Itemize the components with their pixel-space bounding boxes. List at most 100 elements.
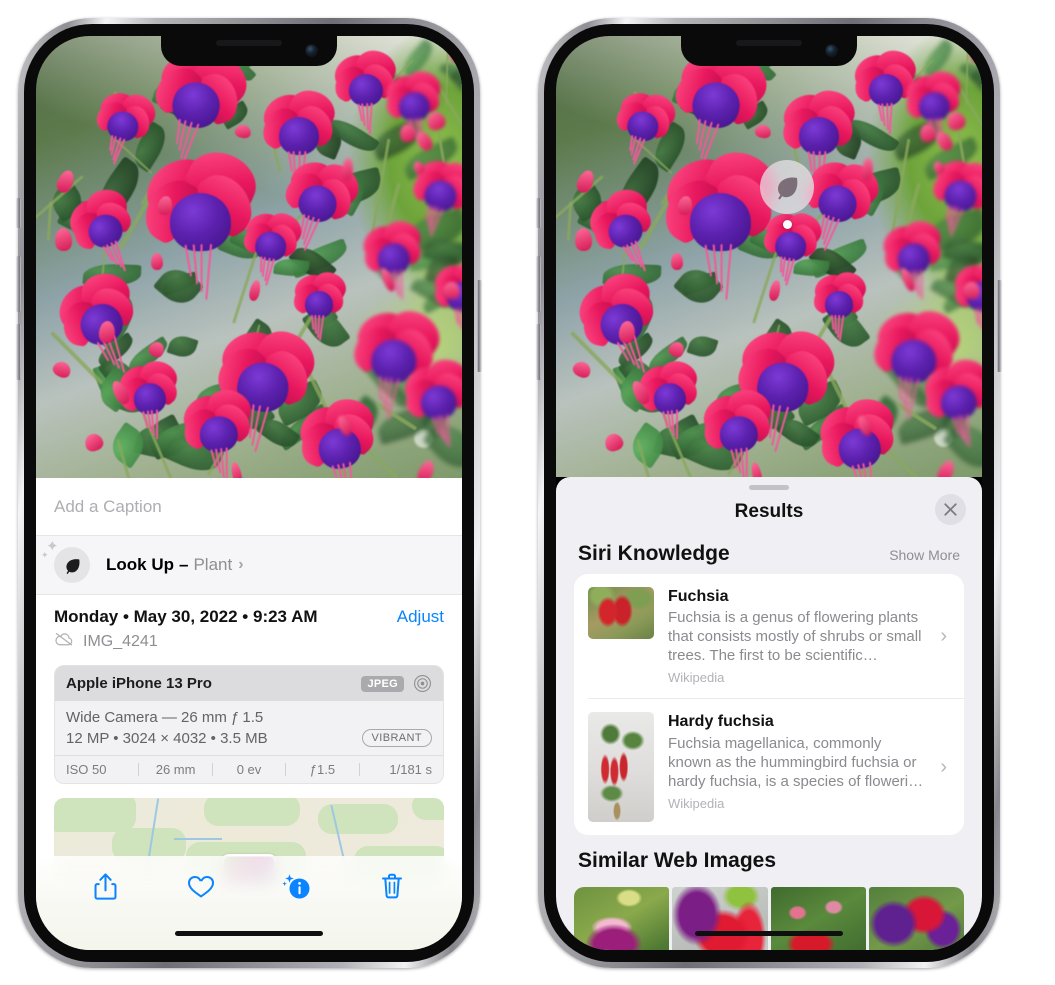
exif-header: Apple iPhone 13 Pro JPEG <box>55 666 443 701</box>
stamen <box>915 270 920 296</box>
iphone-left: Add a Caption ✦ ✦ Look Up – Plant › Mond… <box>16 18 482 968</box>
home-indicator[interactable] <box>695 931 843 936</box>
results-title: Results <box>734 501 804 522</box>
show-more-button[interactable]: Show More <box>889 547 960 563</box>
badge-anchor-dot <box>782 220 792 229</box>
front-camera-icon <box>826 45 837 56</box>
results-header: Results <box>556 490 982 534</box>
photo-viewer-left[interactable] <box>36 36 462 478</box>
flower-bud <box>570 358 594 381</box>
power-button-right[interactable] <box>997 280 1002 372</box>
stamen <box>399 269 403 300</box>
knowledge-title: Hardy fuchsia <box>668 713 774 731</box>
volume-down-button-right[interactable] <box>536 324 541 380</box>
lens-info: Wide Camera — 26 mm ƒ 1.5 <box>66 709 264 726</box>
screen-left: Add a Caption ✦ ✦ Look Up – Plant › Mond… <box>36 36 462 950</box>
web-image-3[interactable] <box>770 887 866 950</box>
knowledge-item-hardy-fuchsia[interactable]: Hardy fuchsia Fuchsia magellanica, commo… <box>588 698 964 835</box>
info-sparkle-icon[interactable] <box>282 870 312 902</box>
flower-bud <box>753 123 773 140</box>
knowledge-thumbnail <box>588 587 654 639</box>
chevron-right-icon: › <box>238 556 244 573</box>
look-up-row[interactable]: ✦ ✦ Look Up – Plant › <box>36 536 462 594</box>
notch-right <box>681 36 857 66</box>
trash-icon[interactable] <box>377 870 407 902</box>
notch-left <box>161 36 337 66</box>
front-camera-icon <box>306 45 317 56</box>
caption-field-row[interactable]: Add a Caption <box>36 478 462 536</box>
flower-bud <box>54 227 73 252</box>
flower-bud <box>574 227 593 252</box>
share-icon[interactable] <box>91 870 121 902</box>
similar-web-images-header: Similar Web Images <box>556 835 982 881</box>
siri-knowledge-header: Siri Knowledge Show More <box>556 534 982 574</box>
heart-icon[interactable] <box>186 870 216 902</box>
knowledge-title: Fuchsia <box>668 588 729 605</box>
fuchsia-blossom <box>808 266 871 342</box>
cloud-slash-icon <box>54 632 74 651</box>
stamen <box>150 410 156 436</box>
adjust-button[interactable]: Adjust <box>397 607 444 627</box>
stamen <box>379 376 382 401</box>
corolla <box>798 116 839 156</box>
photo-viewer-right[interactable] <box>556 36 982 477</box>
visual-lookup-badge[interactable] <box>760 160 814 229</box>
volume-up-button-left[interactable] <box>16 256 21 312</box>
photo-toolbar <box>36 856 462 950</box>
flower-bud <box>50 358 74 381</box>
image-dimensions: 12 MP • 3024 × 4032 • 3.5 MB <box>66 729 268 747</box>
leaf-shape <box>686 331 720 361</box>
stamen <box>361 103 366 126</box>
stamen <box>155 409 158 440</box>
filename-row: IMG_4241 <box>54 632 444 651</box>
format-badge: JPEG <box>361 675 404 692</box>
similar-web-images-strip[interactable] <box>556 887 982 950</box>
exif-card[interactable]: Apple iPhone 13 Pro JPEG Wide Camera — 2… <box>54 665 444 784</box>
photographic-style-badge: VIBRANT <box>361 729 432 747</box>
siri-knowledge-card: Fuchsia Fuchsia is a genus of flowering … <box>574 574 964 836</box>
fuchsia-blossom <box>663 44 776 167</box>
screenshot-stage: Add a Caption ✦ ✦ Look Up – Plant › Mond… <box>0 0 1055 985</box>
knowledge-description: Fuchsia magellanica, commonly known as t… <box>668 734 924 790</box>
look-up-subject: Plant <box>193 555 233 574</box>
filename-text: IMG_4241 <box>83 632 158 650</box>
web-image-2[interactable] <box>672 887 768 950</box>
fuchsia-photo <box>556 36 982 477</box>
flower-bud <box>602 431 626 454</box>
photo-info-sheet: Add a Caption ✦ ✦ Look Up – Plant › Mond… <box>36 478 462 950</box>
corolla <box>278 116 319 156</box>
power-button-left[interactable] <box>477 280 482 372</box>
close-icon[interactable] <box>935 494 966 525</box>
iphone-right: Results Siri Knowledge Show More Fuchsia… <box>536 18 1002 968</box>
leaf-icon <box>760 160 814 214</box>
fuchsia-blossom <box>176 384 261 478</box>
fuchsia-blossom <box>900 66 967 146</box>
web-image-4[interactable] <box>868 887 964 950</box>
knowledge-thumbnail <box>588 712 654 823</box>
home-indicator[interactable] <box>175 931 323 936</box>
flower-bud <box>82 431 106 454</box>
aperture-icon <box>413 674 432 693</box>
knowledge-text: Hardy fuchsia Fuchsia magellanica, commo… <box>668 712 926 810</box>
stamen <box>919 269 923 300</box>
volume-up-button-right[interactable] <box>536 256 541 312</box>
stamen <box>200 244 203 293</box>
web-image-1[interactable] <box>574 887 670 950</box>
flower-bud <box>151 253 164 271</box>
stamen <box>369 102 373 135</box>
knowledge-text: Fuchsia Fuchsia is a genus of flowering … <box>668 587 926 685</box>
fuchsia-blossom <box>357 216 430 300</box>
knowledge-item-fuchsia[interactable]: Fuchsia Fuchsia is a genus of flowering … <box>574 574 964 698</box>
silence-switch-right[interactable] <box>536 198 541 228</box>
fuchsia-blossom <box>696 384 781 477</box>
volume-down-button-left[interactable] <box>16 324 21 380</box>
exif-body: Wide Camera — 26 mm ƒ 1.5 12 MP • 3024 ×… <box>55 701 443 755</box>
exif-focal: 26 mm <box>155 762 196 777</box>
flower-bud <box>671 253 684 271</box>
results-sheet: Results Siri Knowledge Show More Fuchsia… <box>556 477 982 950</box>
silence-switch-left[interactable] <box>16 198 21 228</box>
stamen <box>220 448 225 478</box>
look-up-label-group: Look Up – Plant › <box>106 555 244 575</box>
stamen <box>745 447 748 477</box>
earpiece-speaker <box>216 40 282 46</box>
